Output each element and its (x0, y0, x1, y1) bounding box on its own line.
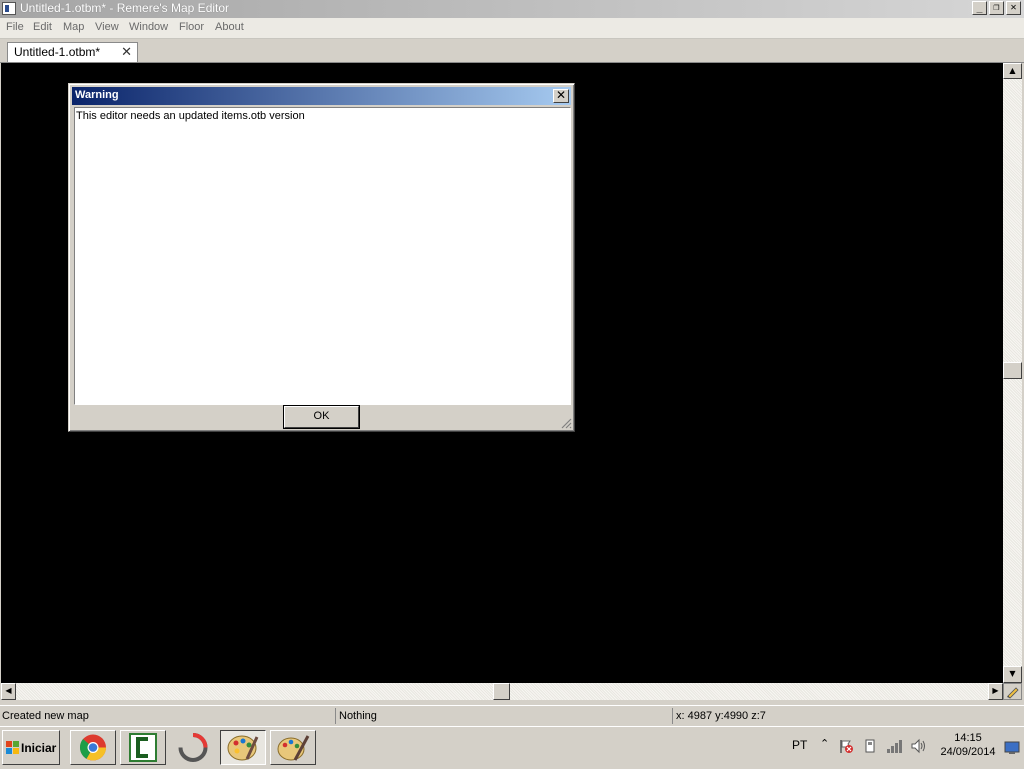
menu-about[interactable]: About (215, 21, 244, 33)
network-signal-icon[interactable] (886, 738, 904, 754)
restore-button[interactable]: ❐ (989, 1, 1004, 15)
taskbar-camtasia-button[interactable] (120, 730, 166, 765)
dialog-title: Warning (75, 89, 119, 101)
window-titlebar: Untitled-1.otbm* - Remere's Map Editor _… (0, 0, 1024, 18)
start-button[interactable]: Iniciar (2, 730, 60, 765)
vertical-scroll-thumb[interactable] (1003, 362, 1022, 379)
dialog-message: This editor needs an updated items.otb v… (76, 110, 305, 122)
window-title: Untitled-1.otbm* - Remere's Map Editor (20, 1, 230, 15)
warning-dialog: Warning ✕ This editor needs an updated i… (68, 83, 575, 432)
horizontal-scrollbar[interactable]: ◀ ▶ (1, 683, 1003, 700)
status-selection: Nothing (337, 708, 673, 724)
remeres-map-editor-icon (227, 735, 259, 761)
scroll-left-button[interactable]: ◀ (1, 683, 16, 700)
status-message: Created new map (0, 708, 336, 724)
scroll-right-button[interactable]: ▶ (988, 683, 1003, 700)
show-desktop-icon[interactable] (1004, 741, 1020, 755)
minimize-button[interactable]: _ (972, 1, 987, 15)
taskbar-paint-button[interactable] (270, 730, 316, 765)
scroll-down-button[interactable]: ▼ (1003, 666, 1022, 683)
safely-remove-hardware-icon[interactable] (862, 738, 878, 754)
tab-untitled-1[interactable]: Untitled-1.otbm* ✕ (7, 42, 138, 62)
clock-date: 24/09/2014 (940, 746, 996, 758)
taskbar-chrome-button[interactable] (70, 730, 116, 765)
close-window-button[interactable]: ✕ (1006, 1, 1021, 15)
taskbar: Iniciar PT ⌃ 14:15 24/09/2014 (0, 726, 1024, 769)
language-indicator[interactable]: PT (792, 738, 807, 752)
menu-edit[interactable]: Edit (33, 21, 52, 33)
dialog-message-box: This editor needs an updated items.otb v… (74, 107, 571, 405)
scroll-corner-pencil-icon (1003, 683, 1022, 700)
menu-view[interactable]: View (95, 21, 119, 33)
menu-bar: File Edit Map View Window Floor About (0, 18, 1024, 39)
tab-strip: Untitled-1.otbm* ✕ (0, 39, 1024, 63)
menu-floor[interactable]: Floor (179, 21, 204, 33)
show-hidden-icons-icon[interactable]: ⌃ (820, 737, 829, 750)
status-coordinates: x: 4987 y:4990 z:7 (676, 710, 766, 722)
windows-logo-icon (6, 741, 19, 754)
dialog-titlebar: Warning ✕ (72, 87, 571, 105)
taskbar-remeres-button[interactable] (220, 730, 266, 765)
tab-label: Untitled-1.otbm* (14, 45, 101, 59)
menu-file[interactable]: File (6, 21, 24, 33)
resize-grip-icon[interactable] (561, 418, 572, 429)
clock-time: 14:15 (954, 732, 982, 744)
action-center-flag-icon[interactable] (838, 738, 854, 754)
ok-button[interactable]: OK (284, 406, 359, 428)
volume-icon[interactable] (910, 738, 928, 754)
chrome-icon (79, 734, 107, 761)
scroll-up-button[interactable]: ▲ (1003, 63, 1022, 79)
horizontal-scroll-thumb[interactable] (493, 683, 510, 700)
sync-icon (178, 733, 208, 762)
tab-close-icon[interactable]: ✕ (121, 44, 132, 60)
menu-window[interactable]: Window (129, 21, 168, 33)
dialog-close-button[interactable]: ✕ (553, 89, 569, 103)
status-bar: Created new map Nothing x: 4987 y:4990 z… (0, 705, 1024, 725)
paint-icon (277, 735, 310, 761)
start-label: Iniciar (21, 741, 57, 755)
clock[interactable]: 14:15 24/09/2014 (936, 731, 1000, 759)
taskbar-sync-button[interactable] (170, 730, 216, 765)
vertical-scrollbar[interactable]: ▲ ▼ (1003, 63, 1022, 683)
app-icon (2, 2, 16, 15)
camtasia-icon (129, 733, 157, 762)
menu-map[interactable]: Map (63, 21, 84, 33)
